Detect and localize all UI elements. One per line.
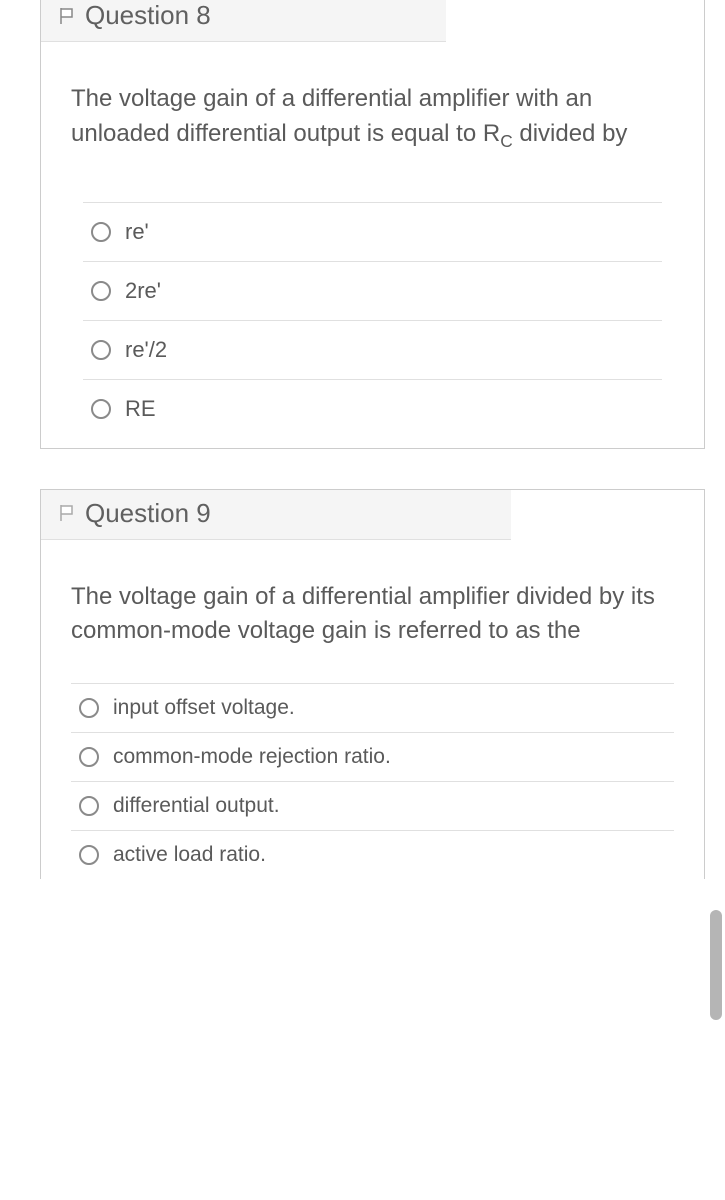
question-card: Question 8 The voltage gain of a differe… [40, 0, 705, 449]
flag-icon[interactable] [59, 504, 75, 522]
options-group: re' 2re' re'/2 RE [83, 202, 662, 438]
question-title: Question 9 [85, 498, 211, 529]
option-row[interactable]: differential output. [71, 782, 674, 831]
option-label: differential output. [113, 794, 280, 818]
question-body: The voltage gain of a differential ampli… [41, 42, 704, 448]
radio-icon[interactable] [79, 698, 99, 718]
option-row[interactable]: 2re' [83, 262, 662, 321]
question-body: The voltage gain of a differential ampli… [41, 540, 704, 880]
radio-icon[interactable] [79, 747, 99, 767]
option-row[interactable]: input offset voltage. [71, 684, 674, 733]
option-label: RE [125, 396, 156, 422]
option-row[interactable]: RE [83, 380, 662, 438]
option-label: 2re' [125, 278, 161, 304]
option-label: re' [125, 219, 149, 245]
option-label: common-mode rejection ratio. [113, 745, 391, 769]
radio-icon[interactable] [79, 796, 99, 816]
question-card: Question 9 The voltage gain of a differe… [40, 489, 705, 880]
radio-icon[interactable] [91, 281, 111, 301]
radio-icon[interactable] [79, 845, 99, 865]
question-text: The voltage gain of a differential ampli… [71, 82, 674, 154]
option-row[interactable]: common-mode rejection ratio. [71, 733, 674, 782]
option-row[interactable]: re'/2 [83, 321, 662, 380]
option-label: active load ratio. [113, 843, 266, 867]
question-header: Question 9 [41, 490, 511, 540]
question-title: Question 8 [85, 0, 211, 31]
flag-icon[interactable] [59, 7, 75, 25]
scrollbar-thumb[interactable] [710, 910, 722, 1020]
radio-icon[interactable] [91, 399, 111, 419]
question-header: Question 8 [41, 0, 446, 42]
option-label: input offset voltage. [113, 696, 295, 720]
option-row[interactable]: active load ratio. [71, 831, 674, 879]
option-row[interactable]: re' [83, 203, 662, 262]
options-group: input offset voltage. common-mode reject… [71, 683, 674, 879]
radio-icon[interactable] [91, 340, 111, 360]
question-text: The voltage gain of a differential ampli… [71, 580, 674, 650]
radio-icon[interactable] [91, 222, 111, 242]
option-label: re'/2 [125, 337, 167, 363]
